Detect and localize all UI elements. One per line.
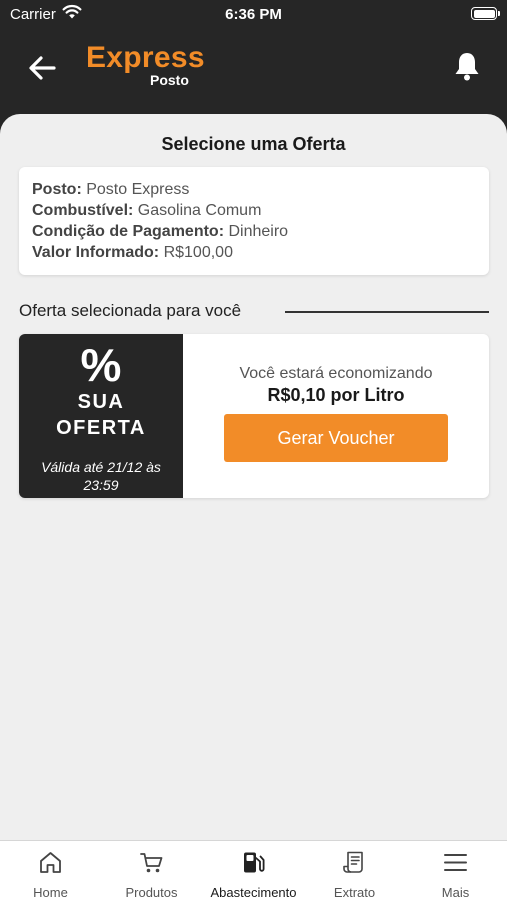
logo-posto-text: Posto [150, 72, 189, 88]
battery-icon [471, 7, 500, 20]
tab-home-label: Home [33, 885, 68, 900]
info-row-posto: Posto: Posto Express [32, 179, 476, 200]
generate-voucher-button[interactable]: Gerar Voucher [224, 414, 448, 462]
offer-validity: Válida até 21/12 às 23:59 [31, 458, 171, 494]
status-bar: Carrier 6:36 PM [0, 0, 507, 28]
offer-amount: R$0,10 por Litro [267, 385, 405, 405]
percent-symbol: % [80, 339, 122, 391]
offer-card: % SUA OFERTA Válida até 21/12 às 23:59 V… [19, 334, 489, 498]
tab-produtos[interactable]: Produtos [101, 841, 202, 900]
pagamento-value: Dinheiro [228, 223, 289, 240]
menu-icon [444, 854, 467, 871]
back-button[interactable] [26, 52, 58, 84]
cart-icon [140, 853, 163, 873]
posto-value: Posto Express [86, 181, 190, 198]
offer-description: Você estará economizando [239, 365, 433, 382]
tab-extrato-label: Extrato [333, 885, 376, 900]
receipt-icon [343, 851, 363, 873]
offer-badge-line2: OFERTA [56, 417, 146, 439]
offer-details: Você estará economizando R$0,10 por Litr… [183, 334, 489, 498]
offer-validity-line2: 23:59 [83, 477, 119, 493]
info-row-combustivel: Combustível: Gasolina Comum [32, 200, 476, 221]
tab-home[interactable]: Home [0, 841, 101, 900]
combustivel-label: Combustível: [32, 202, 134, 219]
combustivel-value: Gasolina Comum [137, 202, 262, 219]
tab-mais-label: Mais [441, 885, 470, 900]
tab-bar: Home Produtos Abastecimento Extrato Mais [0, 840, 507, 900]
home-icon [40, 852, 61, 873]
tab-abastecimento[interactable]: Abastecimento [203, 841, 304, 900]
fuel-pump-icon [244, 852, 265, 873]
clock: 6:36 PM [225, 6, 282, 23]
notifications-button[interactable] [452, 50, 482, 82]
arrow-left-icon [29, 56, 56, 80]
tab-mais[interactable]: Mais [405, 841, 506, 900]
info-row-pagamento: Condição de Pagamento: Dinheiro [32, 221, 476, 242]
tab-abastecimento-label: Abastecimento [210, 885, 297, 900]
valor-label: Valor Informado: [32, 244, 160, 261]
offer-validity-line1: Válida até 21/12 às [41, 459, 161, 475]
tab-extrato[interactable]: Extrato [304, 841, 405, 900]
bell-icon [455, 53, 479, 81]
brand-logo: Express Posto [86, 42, 206, 90]
offer-badge-line1: SUA [77, 391, 125, 413]
fuel-info-card: Posto: Posto Express Combustível: Gasoli… [19, 167, 489, 275]
offer-section-title: Oferta selecionada para você [19, 301, 242, 320]
valor-value: R$100,00 [163, 244, 233, 261]
offer-badge: % SUA OFERTA Válida até 21/12 às 23:59 [19, 334, 183, 498]
page-title: Selecione uma Oferta [161, 134, 346, 154]
tab-produtos-label: Produtos [125, 885, 178, 900]
info-row-valor: Valor Informado: R$100,00 [32, 242, 476, 263]
logo-express-text: Express [86, 41, 205, 74]
main-content: Selecione uma Oferta Posto: Posto Expres… [0, 114, 507, 840]
posto-label: Posto: [32, 181, 82, 198]
pagamento-label: Condição de Pagamento: [32, 223, 225, 240]
section-divider [285, 311, 489, 313]
